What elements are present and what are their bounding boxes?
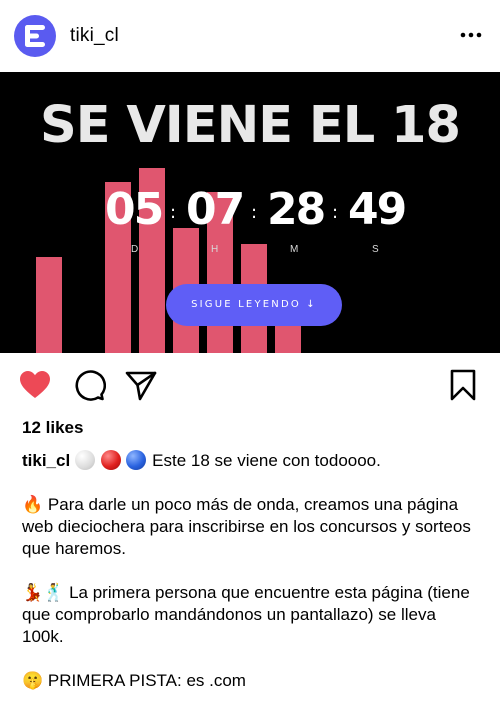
countdown-days: 05 [105,184,164,235]
comment-icon [75,370,107,401]
caption-line: tiki_cl Este 18 se viene con todoooo. [22,450,482,472]
post-username[interactable]: tiki_cl [70,25,119,47]
more-options-button[interactable] [456,22,486,46]
countdown-seconds: 49 [348,184,407,235]
caption-text: La primera persona que encuentre esta pá… [22,583,470,646]
caption-text: Para darle un poco más de onda, creamos … [22,495,471,558]
countdown-unit-hours: H [211,244,220,255]
caption-text: Este 18 se viene con todoooo. [152,451,381,470]
fire-icon: 🔥 [22,495,44,514]
save-button[interactable] [446,368,480,402]
sigue-leyendo-button[interactable]: SIGUE LEYENDO ↓ [166,284,342,326]
likes-count[interactable]: 12 likes [22,418,83,438]
caption-paragraph: 🔥 Para darle un poco más de onda, creamo… [22,494,482,560]
heart-filled-icon [20,371,50,398]
countdown-unit-seconds: S [372,244,380,255]
post-header: tiki_cl [0,0,500,72]
send-icon [125,371,157,401]
like-button[interactable] [18,368,52,402]
white-circle-icon [74,450,95,470]
countdown-separator: : [332,202,339,223]
caption-paragraph: 🤫 PRIMERA PISTA: es .com [22,670,482,692]
shushing-face-icon: 🤫 [22,671,44,690]
countdown-unit-minutes: M [290,244,300,255]
countdown-minutes: 28 [267,184,326,235]
avatar[interactable] [14,15,56,57]
bookmark-icon [450,369,476,401]
promo-headline: SE VIENE EL 18 [40,96,461,155]
dancers-icon: 💃🕺 [22,583,65,602]
share-button[interactable] [124,368,158,402]
countdown-timer: 05 : 07 : 28 : 49 D H M S [0,184,500,255]
blue-circle-icon [126,450,147,470]
caption-paragraph: 💃🕺 La primera persona que encuentre esta… [22,582,482,648]
countdown-unit-days: D [131,244,140,255]
more-horizontal-icon [460,32,482,38]
post-caption: tiki_cl Este 18 se viene con todoooo. 🔥 … [22,450,482,692]
red-circle-icon [100,450,121,470]
comment-button[interactable] [72,368,107,402]
post-image[interactable]: SE VIENE EL 18 05 : 07 : 28 : 49 D H M S… [0,72,500,353]
countdown-separator: : [170,202,177,223]
caption-text: PRIMERA PISTA: es .com [47,671,246,690]
countdown-separator: : [251,202,258,223]
tiki-logo-icon [25,25,45,47]
decorative-bar [36,257,62,353]
countdown-hours: 07 [186,184,245,235]
caption-username[interactable]: tiki_cl [22,451,70,470]
